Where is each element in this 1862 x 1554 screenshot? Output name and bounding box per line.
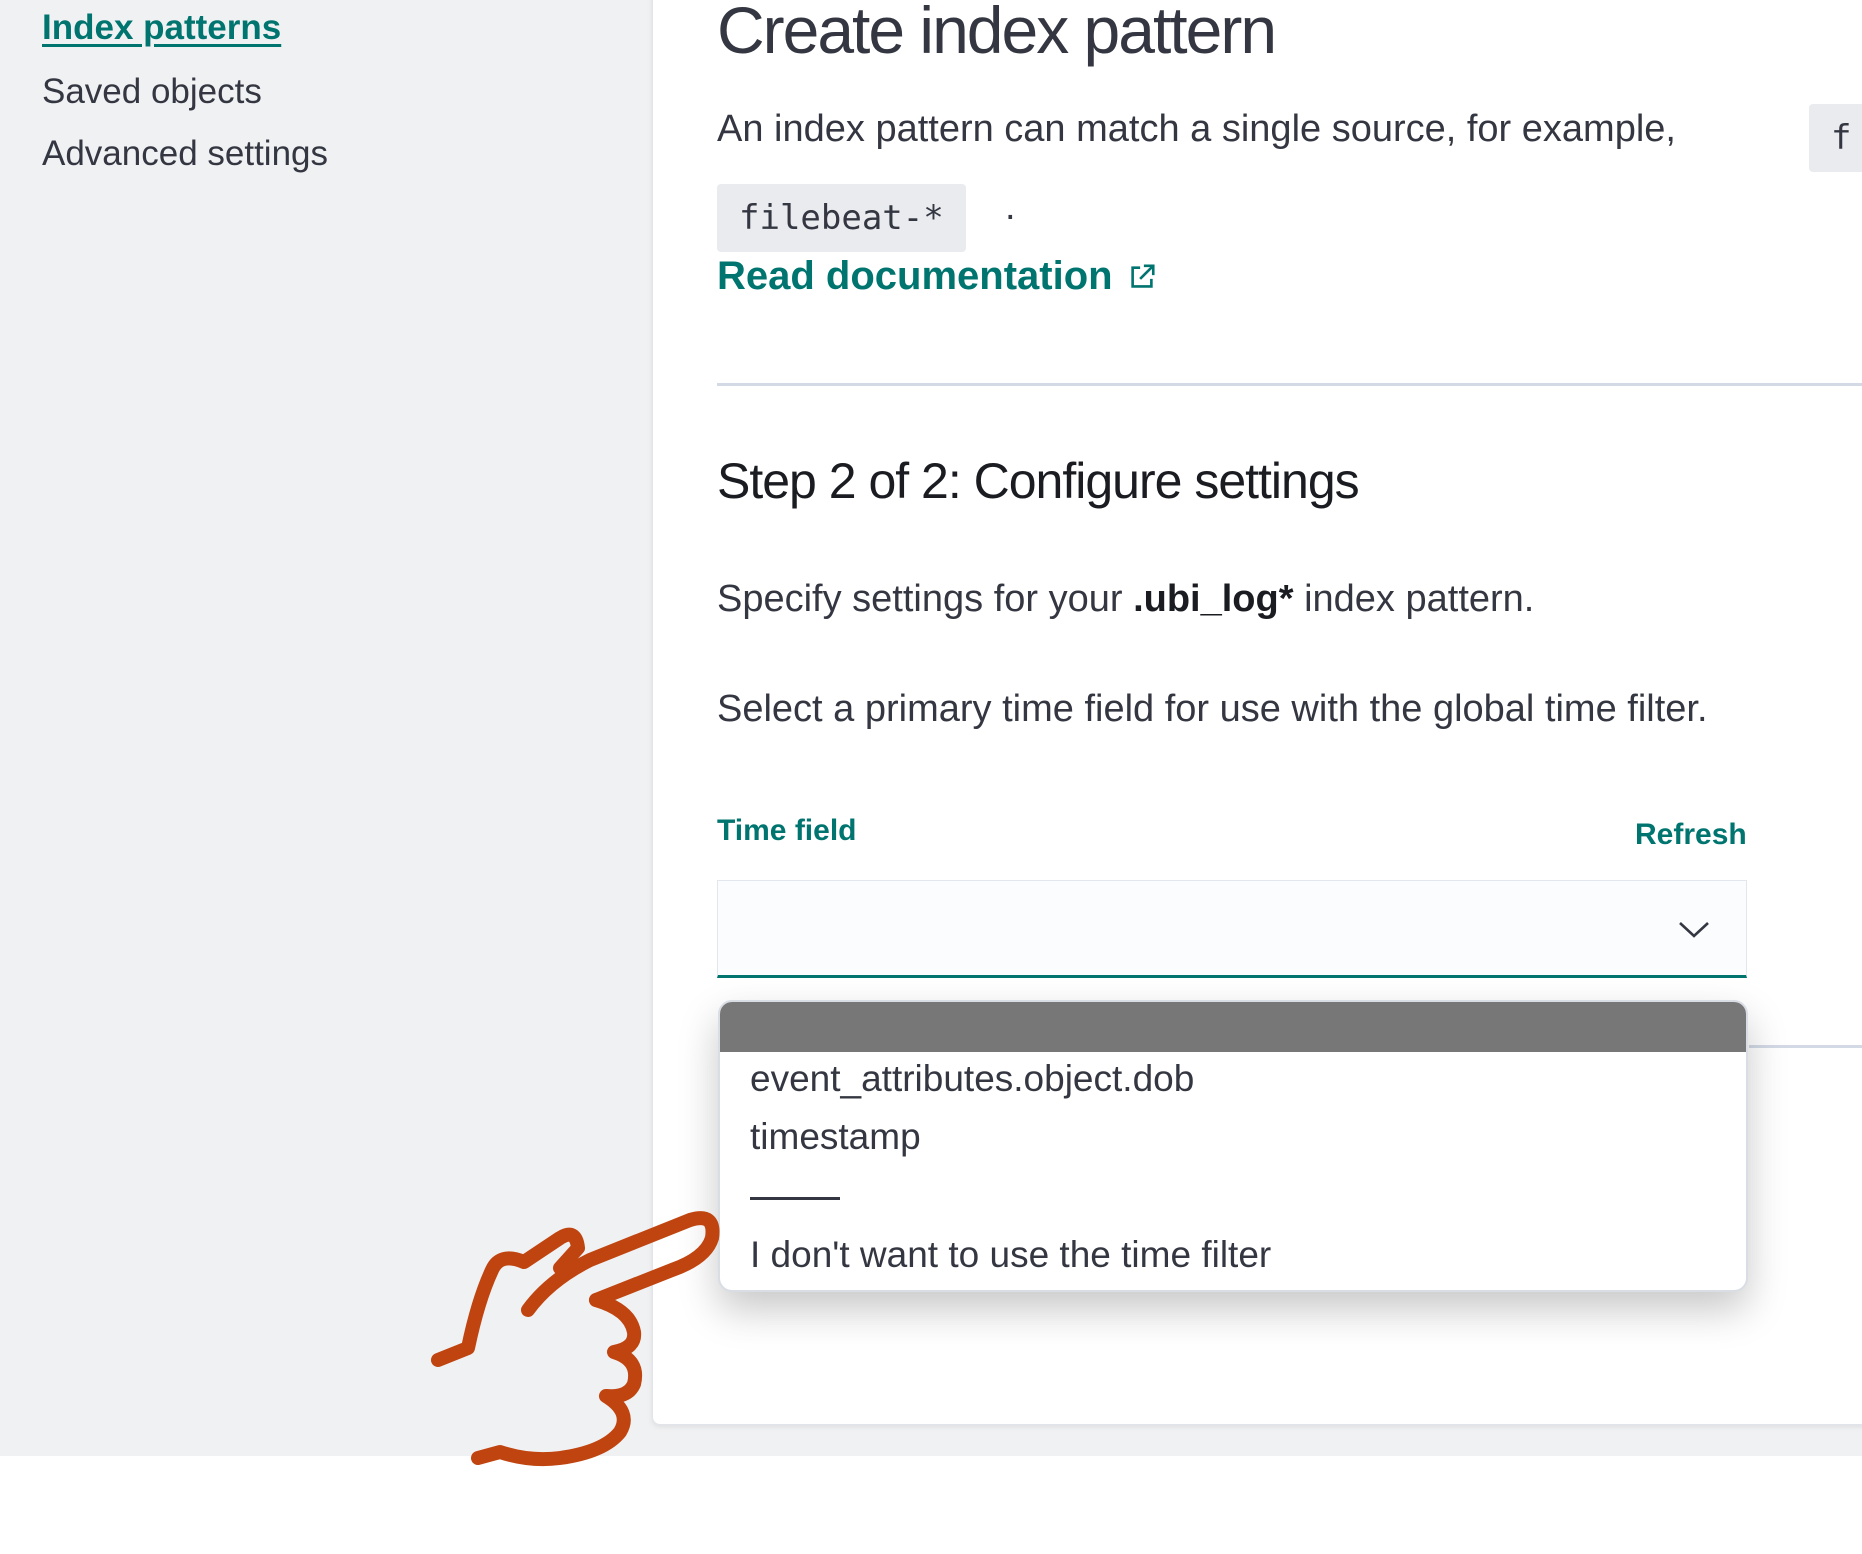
dropdown-option-timestamp[interactable]: timestamp [750,1116,921,1158]
page-title: Create index pattern [717,0,1277,67]
dropdown-highlight-row[interactable] [720,1002,1746,1052]
time-field-dropdown: event_attributes.object.dob timestamp I … [718,1000,1748,1292]
time-field-select[interactable] [717,880,1747,978]
external-link-icon [1130,263,1155,288]
specify-prefix: Specify settings for your [717,578,1134,620]
refresh-button[interactable]: Refresh [1635,818,1747,852]
code-example-filebeat: filebeat-* [717,184,966,252]
step-heading: Step 2 of 2: Configure settings [717,453,1360,509]
chevron-down-icon [1679,922,1709,938]
index-pattern-name: .ubi_log* [1133,578,1294,620]
description-text: An index pattern can match a single sour… [717,108,1676,150]
code-example-chip: f [1809,104,1862,172]
sidebar: Index patterns Saved objects Advanced se… [0,0,650,1456]
specify-suffix: index pattern. [1293,578,1535,620]
dropdown-option-no-time-filter[interactable]: I don't want to use the time filter [750,1234,1271,1276]
time-field-hint: Select a primary time field for use with… [717,688,1708,730]
read-documentation-link[interactable]: Read documentation [717,254,1157,299]
footer-divider [1749,1045,1862,1048]
specify-settings-text: Specify settings for your .ubi_log* inde… [717,578,1534,621]
sidebar-item-saved-objects[interactable]: Saved objects [42,72,262,112]
dropdown-option-event-attributes-object-dob[interactable]: event_attributes.object.dob [750,1058,1194,1100]
app-frame: Index patterns Saved objects Advanced se… [0,0,1862,1456]
time-field-label: Time field [717,814,857,847]
section-divider [717,383,1862,386]
description-period: . [1005,186,1016,228]
sidebar-item-index-patterns[interactable]: Index patterns [42,8,281,48]
dropdown-separator [750,1197,840,1200]
read-documentation-label: Read documentation [717,254,1113,298]
sidebar-item-advanced-settings[interactable]: Advanced settings [42,134,328,174]
